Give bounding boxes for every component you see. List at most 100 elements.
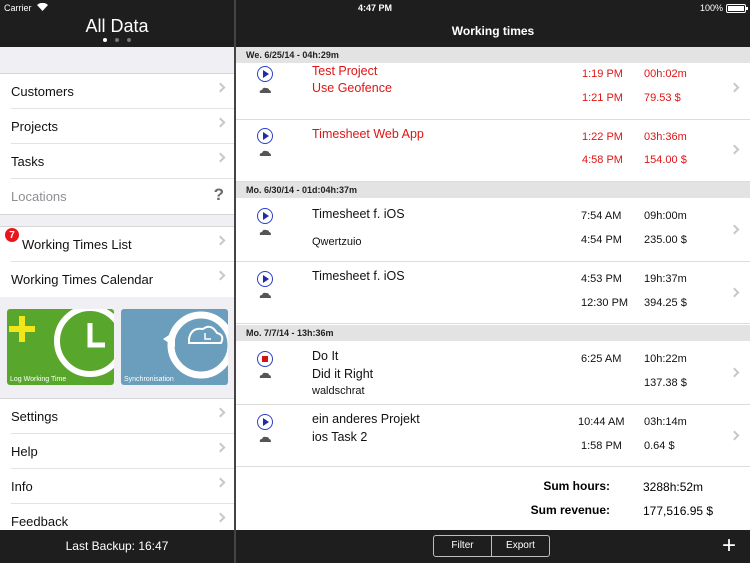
project-name: Do It (312, 349, 339, 363)
project-name: Timesheet f. iOS (312, 207, 405, 221)
end-time: 1:58 PM (581, 440, 622, 452)
sum-revenue-value: 177,516.95 $ (643, 504, 714, 518)
sidebar-item-projects[interactable]: Projects (11, 109, 234, 144)
section-header: Mo. 7/7/14 - 13h:36m (236, 325, 750, 341)
chevron-right-icon (215, 235, 226, 246)
clock-plus-icon (9, 309, 114, 377)
working-time-entry[interactable]: Timesheet Web App 1:22 PM 03h:36m 4:58 P… (236, 120, 750, 182)
totals: Sum hours: 3288h:52m Sum revenue: 177,51… (236, 470, 750, 530)
add-button[interactable]: + (722, 532, 736, 560)
sidebar-group-masterdata: Customers Projects Tasks Locations ? (0, 73, 234, 215)
sidebar-item-working-times-list[interactable]: 7 Working Times List (4, 227, 234, 262)
amount: 137.38 $ (644, 377, 687, 389)
chevron-right-icon (729, 430, 740, 441)
start-time: 6:25 AM (581, 353, 622, 365)
project-name: Timesheet f. iOS (312, 269, 405, 283)
sidebar-item-label: Working Times List (22, 237, 132, 252)
working-time-entry[interactable]: ein anderes Projekt ios Task 2 10:44 AM … (236, 405, 750, 467)
sidebar-item-label: Settings (11, 409, 58, 424)
sum-hours-label: Sum hours: (543, 479, 610, 493)
start-time: 7:54 AM (581, 210, 622, 222)
chevron-right-icon (215, 477, 226, 488)
battery-indicator: 100% (700, 3, 748, 13)
section-header: We. 6/25/14 - 04h:29m (236, 47, 750, 63)
project-name: ein anderes Projekt (312, 412, 420, 426)
play-icon[interactable] (257, 414, 273, 430)
sidebar-item-locations[interactable]: Locations ? (11, 179, 234, 214)
page-dot (115, 38, 119, 42)
sidebar-item-label: Info (11, 479, 33, 494)
chevron-right-icon (215, 152, 226, 163)
duration: 10h:22m (644, 353, 687, 365)
working-time-entry[interactable]: Timesheet f. iOS Qwertzuio 7:54 AM 09h:0… (236, 198, 750, 262)
task-name: ios Task 2 (312, 430, 368, 444)
log-working-time-tile[interactable]: Log Working Time (7, 309, 114, 385)
sidebar-item-customers[interactable]: Customers (11, 74, 234, 109)
customer-name: Qwertzuio (312, 236, 362, 248)
customer-name: waldschrat (312, 385, 365, 397)
duration: 03h:14m (644, 416, 687, 428)
cloud-icon (259, 229, 271, 235)
play-icon[interactable] (257, 271, 273, 287)
page-indicator[interactable] (0, 38, 234, 42)
start-time: 10:44 AM (578, 416, 625, 428)
task-name: Use Geofence (312, 81, 392, 95)
play-icon[interactable] (257, 208, 273, 224)
quick-action-tiles: Log Working Time Synchronisation (0, 297, 234, 400)
working-time-entry[interactable]: Timesheet f. iOS 4:53 PM 19h:37m 12:30 P… (236, 262, 750, 324)
working-time-entry[interactable]: Do It Did it Right waldschrat 6:25 AM 10… (236, 341, 750, 405)
duration: 03h:36m (644, 131, 687, 143)
sidebar-item-label: Locations (11, 189, 67, 204)
tile-label: Log Working Time (10, 376, 67, 383)
sidebar-item-label: Working Times Calendar (11, 272, 154, 287)
chevron-right-icon (729, 287, 740, 298)
cloud-icon (259, 436, 271, 442)
sidebar-item-label: Feedback (11, 514, 69, 529)
sidebar-group-app: Settings Help Info Feedback (0, 398, 234, 540)
chevron-right-icon (729, 367, 740, 378)
synchronisation-tile[interactable]: Synchronisation (121, 309, 228, 385)
sum-revenue-label: Sum revenue: (530, 503, 610, 517)
chevron-right-icon (215, 82, 226, 93)
sidebar-item-settings[interactable]: Settings (11, 399, 234, 434)
sidebar-item-tasks[interactable]: Tasks (11, 144, 234, 179)
duration: 00h:02m (644, 68, 687, 80)
stop-icon[interactable] (257, 351, 273, 367)
chevron-right-icon (215, 512, 226, 523)
working-time-entry[interactable]: Test Project Use Geofence 1:19 PM 00h:02… (236, 63, 750, 120)
sum-hours-value: 3288h:52m (643, 480, 704, 494)
end-time: 4:58 PM (582, 154, 623, 166)
amount: 235.00 $ (644, 234, 687, 246)
sidebar-item-label: Projects (11, 119, 58, 134)
sidebar-item-working-times-calendar[interactable]: Working Times Calendar (11, 262, 234, 297)
sidebar-item-help[interactable]: Help (11, 434, 234, 469)
cloud-icon (259, 87, 271, 93)
sidebar: All Data Customers Projects Tasks Locati… (0, 0, 234, 563)
cloud-icon (259, 372, 271, 378)
chevron-right-icon (729, 144, 740, 155)
start-time: 1:19 PM (582, 68, 623, 80)
page-title: Working times (451, 24, 535, 38)
start-time: 1:22 PM (582, 131, 623, 143)
filter-export-segment: Filter Export (433, 535, 550, 557)
help-icon[interactable]: ? (214, 185, 224, 205)
duration: 09h:00m (644, 210, 687, 222)
start-time: 4:53 PM (581, 273, 622, 285)
chevron-right-icon (729, 224, 740, 235)
play-icon[interactable] (257, 66, 273, 82)
battery-icon (726, 3, 748, 13)
sidebar-title: All Data (85, 16, 149, 36)
task-name: Did it Right (312, 367, 374, 381)
main-panel: Working times We. 6/25/14 - 04h:29m Test… (236, 0, 750, 563)
sidebar-item-label: Tasks (11, 154, 45, 169)
bottom-toolbar: Filter Export + (236, 530, 750, 563)
sync-cloud-icon (163, 311, 228, 379)
chevron-right-icon (215, 442, 226, 453)
section-header: Mo. 6/30/14 - 01d:04h:37m (236, 182, 750, 198)
sidebar-item-info[interactable]: Info (11, 469, 234, 504)
play-icon[interactable] (257, 128, 273, 144)
chevron-right-icon (215, 270, 226, 281)
filter-button[interactable]: Filter (434, 536, 492, 556)
page-dot (127, 38, 131, 42)
export-button[interactable]: Export (492, 536, 549, 556)
